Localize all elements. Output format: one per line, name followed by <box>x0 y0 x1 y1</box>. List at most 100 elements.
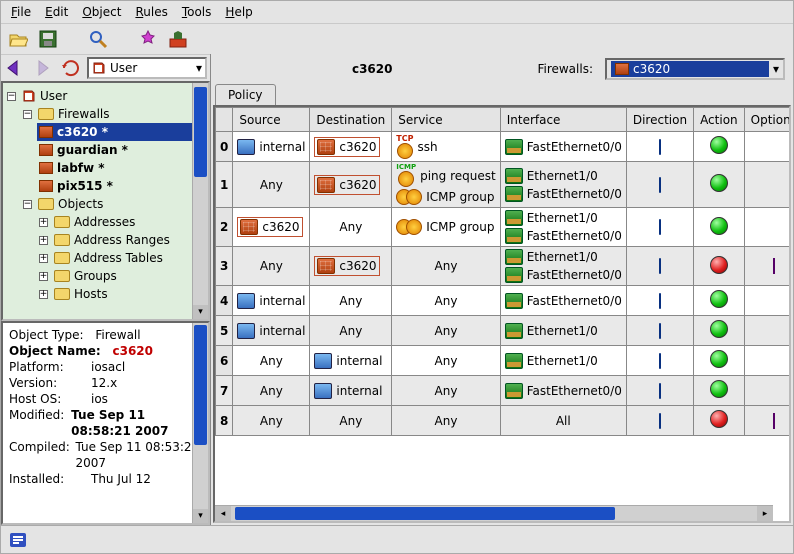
col-header[interactable]: Destination <box>310 108 392 132</box>
expand-icon[interactable]: + <box>39 290 48 299</box>
menu-file[interactable]: File <box>5 3 37 21</box>
rule-object[interactable]: Any <box>435 414 458 428</box>
rule-object[interactable]: Ethernet1/0 <box>505 249 622 265</box>
tree-firewalls-label[interactable]: Firewalls <box>58 105 110 123</box>
menu-tools[interactable]: Tools <box>176 3 218 21</box>
grid-hscrollbar[interactable]: ◂▸ <box>215 505 773 521</box>
rule-object[interactable]: internal <box>237 139 305 155</box>
rule-object[interactable]: Ethernet1/0 <box>505 210 622 226</box>
tab-policy[interactable]: Policy <box>215 84 276 105</box>
tree-fw-labfw[interactable]: labfw * <box>37 159 206 177</box>
rule-object[interactable]: internal <box>314 353 382 369</box>
refresh-icon[interactable] <box>61 57 81 79</box>
col-header[interactable]: Interface <box>500 108 626 132</box>
expand-icon[interactable]: + <box>39 236 48 245</box>
compile-icon[interactable] <box>137 28 159 50</box>
menu-help[interactable]: Help <box>219 3 258 21</box>
rule-object[interactable]: Any <box>260 178 283 192</box>
rule-object[interactable]: TCPssh <box>396 135 437 159</box>
rule-row[interactable]: 3Anyc3620AnyEthernet1/0FastEthernet0/0 <box>216 247 792 286</box>
rule-row[interactable]: 4internalAnyAnyFastEthernet0/0 <box>216 286 792 316</box>
collapse-icon[interactable]: − <box>7 92 16 101</box>
tree-objects-label[interactable]: Objects <box>58 195 103 213</box>
rule-object[interactable]: Any <box>260 414 283 428</box>
info-icon[interactable] <box>7 529 29 551</box>
rule-object[interactable]: FastEthernet0/0 <box>505 228 622 244</box>
menu-edit[interactable]: Edit <box>39 3 74 21</box>
col-header[interactable]: Action <box>694 108 745 132</box>
rule-object[interactable]: internal <box>237 293 305 309</box>
col-header[interactable]: Direction <box>626 108 693 132</box>
tree-fw-pix515[interactable]: pix515 * <box>37 177 206 195</box>
forward-button[interactable] <box>33 57 55 79</box>
rule-object[interactable]: Any <box>435 354 458 368</box>
rule-object[interactable]: Any <box>435 324 458 338</box>
rule-row[interactable]: 7AnyinternalAnyFastEthernet0/0 <box>216 376 792 406</box>
tree-fw-guardian[interactable]: guardian * <box>37 141 206 159</box>
rule-object[interactable]: Any <box>260 259 283 273</box>
open-icon[interactable] <box>7 28 29 50</box>
rule-object[interactable]: Ethernet1/0 <box>505 323 598 339</box>
rule-object[interactable]: FastEthernet0/0 <box>505 186 622 202</box>
rule-row[interactable]: 5internalAnyAnyEthernet1/0 <box>216 316 792 346</box>
expand-icon[interactable]: + <box>39 254 48 263</box>
rules-grid[interactable]: SourceDestinationServiceInterfaceDirecti… <box>213 105 791 523</box>
rule-object[interactable]: Any <box>260 354 283 368</box>
rule-object[interactable]: ICMPping request <box>396 164 495 187</box>
col-header[interactable]: Source <box>233 108 310 132</box>
rule-object[interactable]: All <box>556 414 571 428</box>
tree-obj-groups[interactable]: +Groups <box>37 267 206 285</box>
rule-object[interactable]: Any <box>339 414 362 428</box>
object-tree[interactable]: − User − Firewalls c3620 * guardian * lab… <box>1 81 210 321</box>
tree-obj-address-ranges[interactable]: +Address Ranges <box>37 231 206 249</box>
rule-object[interactable]: FastEthernet0/0 <box>505 293 622 309</box>
col-header[interactable] <box>216 108 233 132</box>
rule-row[interactable]: 1Anyc3620ICMPping requestICMP groupEther… <box>216 162 792 208</box>
expand-icon[interactable]: + <box>39 218 48 227</box>
install-icon[interactable] <box>167 28 189 50</box>
collapse-icon[interactable]: − <box>23 110 32 119</box>
tree-obj-address-tables[interactable]: +Address Tables <box>37 249 206 267</box>
rule-object[interactable]: c3620 <box>317 258 376 274</box>
rule-object[interactable]: FastEthernet0/0 <box>505 139 622 155</box>
rule-object[interactable]: Any <box>435 384 458 398</box>
tree-obj-hosts[interactable]: +Hosts <box>37 285 206 303</box>
rule-object[interactable]: internal <box>314 383 382 399</box>
menu-object[interactable]: Object <box>76 3 127 21</box>
rule-object[interactable]: Any <box>339 324 362 338</box>
rule-row[interactable]: 6AnyinternalAnyEthernet1/0 <box>216 346 792 376</box>
rule-object[interactable]: FastEthernet0/0 <box>505 267 622 283</box>
rule-object[interactable]: Any <box>260 384 283 398</box>
rule-object[interactable]: internal <box>237 323 305 339</box>
tree-fw-c3620[interactable]: c3620 * <box>37 123 206 141</box>
rule-object[interactable]: ICMP group <box>396 219 494 235</box>
find-icon[interactable] <box>87 28 109 50</box>
firewalls-combo[interactable]: c3620 ▾ <box>605 58 785 80</box>
rule-object[interactable]: ICMP group <box>396 189 495 205</box>
tree-root-label[interactable]: User <box>40 87 67 105</box>
rule-row[interactable]: 2c3620AnyICMP groupEthernet1/0FastEthern… <box>216 208 792 247</box>
save-icon[interactable] <box>37 28 59 50</box>
collapse-icon[interactable]: − <box>23 200 32 209</box>
back-button[interactable] <box>5 57 27 79</box>
rule-object[interactable]: c3620 <box>240 219 299 235</box>
tree-scrollbar[interactable]: ▾ <box>192 83 208 319</box>
rule-row[interactable]: 0internalc3620TCPsshFastEthernet0/0 <box>216 132 792 162</box>
rule-object[interactable]: Ethernet1/0 <box>505 168 622 184</box>
col-header[interactable]: Service <box>392 108 500 132</box>
rule-object[interactable]: FastEthernet0/0 <box>505 383 622 399</box>
menu-rules[interactable]: Rules <box>129 3 173 21</box>
rule-object[interactable]: c3620 <box>317 139 376 155</box>
rule-object[interactable]: Any <box>339 294 362 308</box>
props-scrollbar[interactable]: ▾ <box>192 323 208 523</box>
rule-object[interactable]: Any <box>435 294 458 308</box>
expand-icon[interactable]: + <box>39 272 48 281</box>
rule-object[interactable]: c3620 <box>317 177 376 193</box>
tree-obj-addresses[interactable]: +Addresses <box>37 213 206 231</box>
rule-object[interactable]: Ethernet1/0 <box>505 353 598 369</box>
rule-object[interactable]: Any <box>339 220 362 234</box>
rule-object[interactable]: Any <box>435 259 458 273</box>
rule-row[interactable]: 8AnyAnyAnyAll <box>216 406 792 436</box>
col-header[interactable]: Options <box>744 108 791 132</box>
library-combo[interactable]: User ▾ <box>87 57 207 79</box>
